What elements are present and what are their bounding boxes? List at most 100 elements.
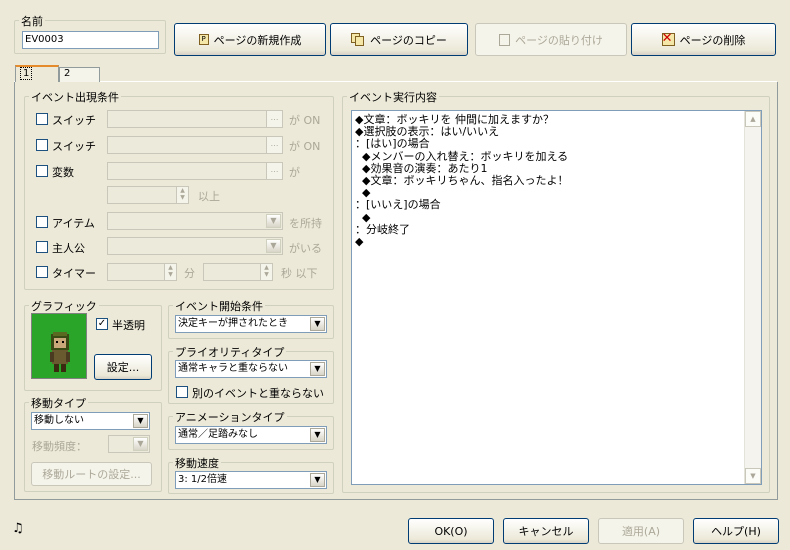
timer-minutes-spin-arrows[interactable]: ▲ ▼ [164, 264, 176, 280]
variable-suffix: が [289, 166, 300, 179]
timer-checkbox[interactable] [36, 266, 48, 278]
apply-button[interactable]: 適用(A) [598, 518, 684, 544]
variable-spin-arrows[interactable]: ▲ ▼ [176, 187, 188, 203]
delete-page-icon: ✕ [661, 32, 675, 46]
tab-page-2[interactable]: 2 [59, 67, 100, 82]
ok-button[interactable]: OK(O) [408, 518, 494, 544]
event-command-line[interactable]: ：分岐終了 [355, 223, 740, 236]
movement-frequency-label: 移動頻度： [32, 440, 87, 453]
music-note-icon[interactable]: ♫ [12, 521, 24, 536]
graphic-preview[interactable] [31, 313, 87, 379]
character-sprite-icon [50, 332, 70, 372]
switch2-browse-button[interactable]: … [266, 137, 282, 153]
conditions-legend: イベント出現条件 [29, 89, 121, 105]
switch1-label: スイッチ [52, 114, 96, 127]
movement-frequency-dropdown-arrow[interactable]: ▼ [133, 437, 148, 451]
animation-legend: アニメーションタイプ [173, 409, 287, 425]
priority-value: 通常キャラと重ならない [178, 363, 288, 374]
paste-page-icon [499, 33, 511, 46]
event-command-lines: ◆文章：ボッキリを 仲間に加えますか？ ◆選択肢の表示：はい/いいえ ：[はい]の場… [355, 113, 740, 248]
timer-minutes-spinner[interactable]: ▲ ▼ [107, 263, 177, 281]
actor-label: 主人公 [52, 242, 85, 255]
variable-browse-button[interactable]: … [266, 163, 282, 179]
new-page-icon: P [198, 34, 209, 45]
paste-page-button[interactable]: ページの貼り付け [475, 23, 627, 56]
item-checkbox[interactable] [36, 216, 48, 228]
copy-page-button[interactable]: ページのコピー [330, 23, 468, 56]
tab-page-2-label: 2 [64, 68, 71, 79]
timer-seconds-label: 秒 以下 [281, 267, 318, 280]
speed-dropdown-arrow[interactable]: ▼ [310, 473, 325, 487]
switch2-checkbox[interactable] [36, 139, 48, 151]
actor-checkbox[interactable] [36, 241, 48, 253]
help-button[interactable]: ヘルプ(H) [693, 518, 779, 544]
translucent-checkbox[interactable]: ✓ [96, 318, 108, 330]
new-page-button[interactable]: P ページの新規作成 [174, 23, 326, 56]
item-suffix: を所持 [289, 217, 322, 230]
movement-frequency-select[interactable]: ▼ [108, 435, 150, 453]
speed-value: 3: 1/2倍速 [178, 474, 228, 485]
actor-select[interactable]: ▼ [107, 237, 283, 255]
apply-label: 適用(A) [621, 525, 661, 538]
delete-page-label: ページの削除 [679, 33, 746, 47]
movement-type-select[interactable]: 移動しない ▼ [31, 412, 150, 430]
graphic-settings-label: 設定... [106, 361, 140, 374]
event-command-line[interactable]: ◆文章：ボッキリちゃん、指名入ったよ！ [355, 174, 740, 187]
movement-route-button[interactable]: 移動ルートの設定... [31, 462, 152, 486]
actor-dropdown-arrow[interactable]: ▼ [266, 239, 281, 253]
copy-page-label: ページのコピー [370, 33, 447, 47]
delete-page-button[interactable]: ✕ ページの削除 [631, 23, 776, 56]
variable-value-spinner[interactable]: ▲ ▼ [107, 186, 189, 204]
event-command-line[interactable]: ◆ [355, 211, 740, 224]
event-command-line[interactable]: ◆ [355, 235, 740, 248]
animation-dropdown-arrow[interactable]: ▼ [310, 428, 325, 442]
speed-legend: 移動速度 [173, 455, 221, 471]
cancel-button[interactable]: キャンセル [503, 518, 589, 544]
priority-dropdown-arrow[interactable]: ▼ [310, 362, 325, 376]
event-command-line[interactable]: ：[いいえ]の場合 [355, 199, 740, 211]
variable-checkbox[interactable] [36, 165, 48, 177]
variable-above-label: 以上 [198, 190, 220, 203]
movement-route-label: 移動ルートの設定... [42, 468, 141, 481]
switch1-checkbox[interactable] [36, 113, 48, 125]
priority-legend: プライオリティタイプ [173, 344, 287, 360]
copy-page-icon [351, 33, 365, 46]
contents-legend: イベント実行内容 [347, 89, 439, 105]
item-dropdown-arrow[interactable]: ▼ [266, 214, 281, 228]
timer-seconds-spinner[interactable]: ▲ ▼ [203, 263, 273, 281]
speed-select[interactable]: 3: 1/2倍速 ▼ [175, 471, 327, 489]
event-list-scrollbar[interactable]: ▲ ▼ [744, 111, 761, 484]
switch1-browse-button[interactable]: … [266, 111, 282, 127]
graphic-settings-button[interactable]: 設定... [94, 354, 152, 380]
variable-label: 変数 [52, 166, 74, 179]
tab-page-1[interactable]: 1 [15, 65, 59, 82]
switch1-field[interactable]: … [107, 110, 283, 128]
timer-label: タイマー [52, 267, 96, 280]
item-label: アイテム [52, 217, 95, 230]
variable-field[interactable]: … [107, 162, 283, 180]
no-overlap-checkbox[interactable] [176, 386, 188, 398]
tab-page-1-label: 1 [20, 67, 33, 80]
help-label: ヘルプ(H) [711, 525, 761, 538]
timer-seconds-spin-arrows[interactable]: ▲ ▼ [260, 264, 272, 280]
animation-select[interactable]: 通常／足踏みなし ▼ [175, 426, 327, 444]
no-overlap-label: 別のイベントと重ならない [192, 387, 324, 400]
movement-type-dropdown-arrow[interactable]: ▼ [133, 414, 148, 428]
item-select[interactable]: ▼ [107, 212, 283, 230]
scroll-down-arrow[interactable]: ▼ [745, 468, 761, 484]
scroll-up-arrow[interactable]: ▲ [745, 111, 761, 127]
animation-value: 通常／足踏みなし [178, 429, 258, 440]
event-command-line[interactable]: ◆メンバーの入れ替え：ボッキリを加える [355, 150, 740, 163]
trigger-legend: イベント開始条件 [173, 298, 265, 314]
trigger-select[interactable]: 決定キーが押されたとき ▼ [175, 315, 327, 333]
trigger-value: 決定キーが押されたとき [178, 318, 288, 329]
cancel-label: キャンセル [518, 525, 574, 538]
timer-minutes-label: 分 [184, 267, 195, 280]
priority-select[interactable]: 通常キャラと重ならない ▼ [175, 360, 327, 378]
switch2-field[interactable]: … [107, 136, 283, 154]
event-command-list[interactable]: ◆文章：ボッキリを 仲間に加えますか？ ◆選択肢の表示：はい/いいえ ：[はい]の場… [351, 110, 762, 485]
name-input[interactable]: EV0003 [22, 31, 159, 49]
switch2-label: スイッチ [52, 140, 96, 153]
trigger-dropdown-arrow[interactable]: ▼ [310, 317, 325, 331]
event-command-line[interactable]: ：[はい]の場合 [355, 138, 740, 150]
